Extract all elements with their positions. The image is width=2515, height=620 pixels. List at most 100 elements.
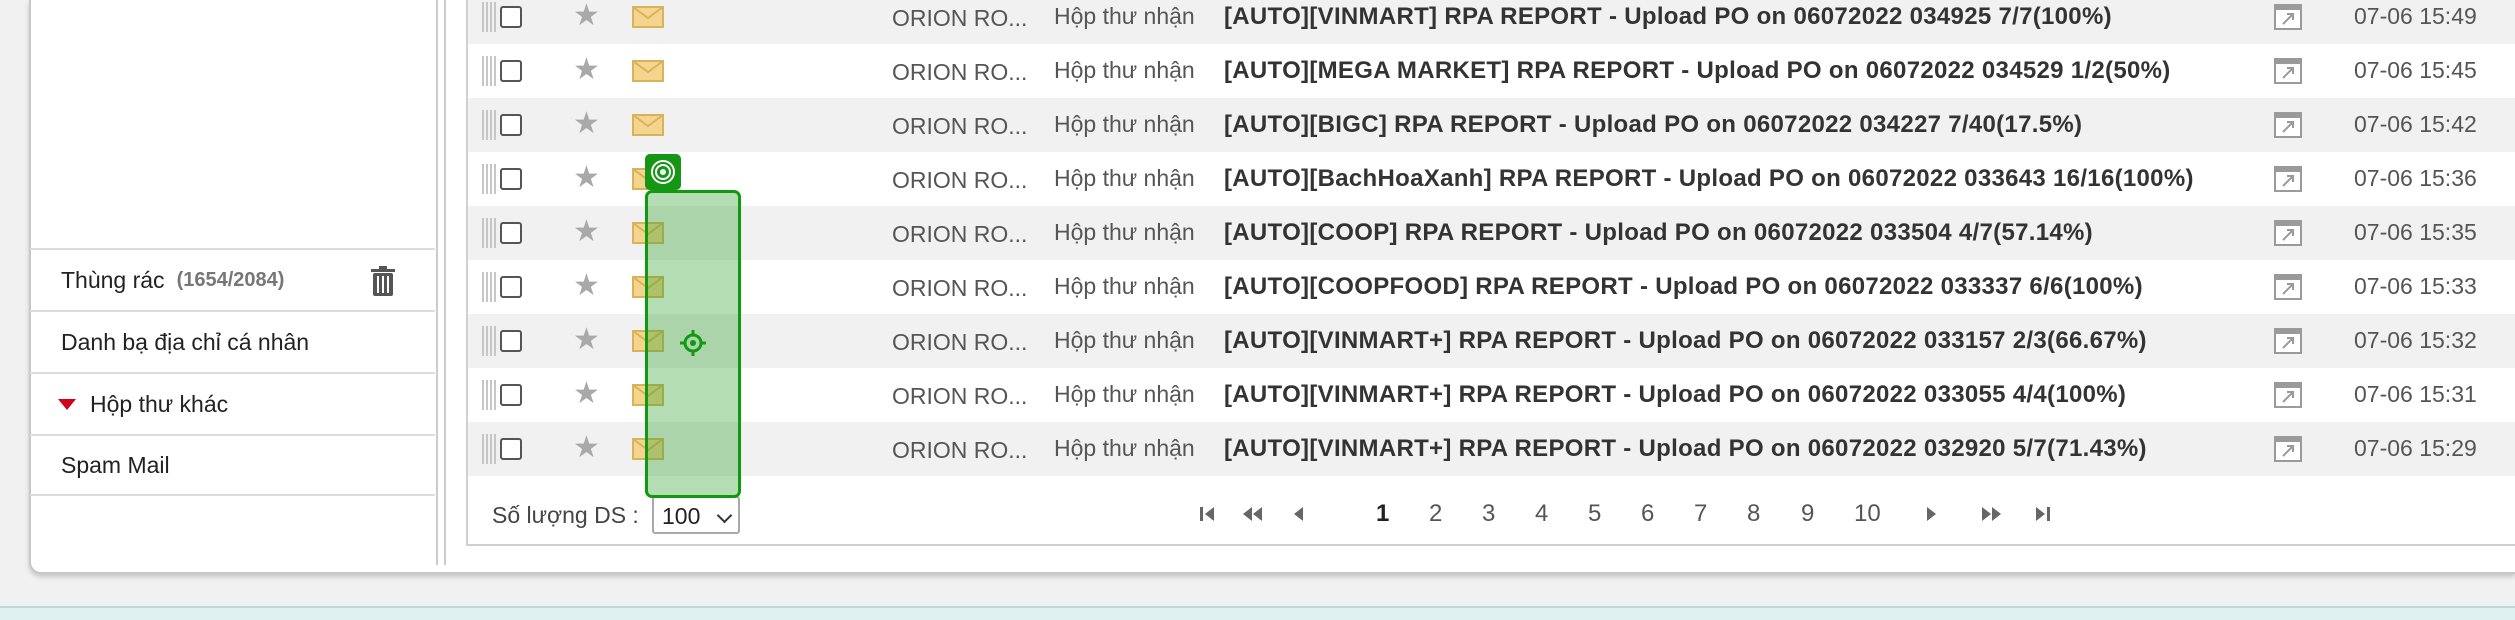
page-size-select[interactable]: 100: [652, 496, 740, 534]
drag-handle-icon[interactable]: [482, 434, 496, 464]
email-folder: Hộp thư nhận: [1054, 435, 1195, 461]
open-in-window-icon[interactable]: [2274, 4, 2302, 30]
email-sender[interactable]: ORION RO...: [892, 221, 1042, 248]
page-number[interactable]: 5: [1588, 494, 1601, 534]
open-in-window-icon[interactable]: [2274, 166, 2302, 192]
drag-handle-icon[interactable]: [482, 56, 496, 86]
open-in-window-icon[interactable]: [2274, 274, 2302, 300]
email-row[interactable]: ★ ORION RO... Hộp thư nhận [AUTO][COOP] RPA…: [468, 206, 2515, 260]
row-checkbox[interactable]: [500, 168, 522, 190]
next-page-icon[interactable]: [1924, 504, 1940, 524]
sidebar-item-trash[interactable]: Thùng rác (1654/2084): [30, 248, 435, 310]
star-icon[interactable]: ★: [573, 109, 600, 139]
email-folder: Hộp thư nhận: [1054, 327, 1195, 353]
drag-handle-icon[interactable]: [482, 2, 496, 32]
prev-page-icon[interactable]: [1290, 504, 1306, 524]
page-number[interactable]: 4: [1535, 494, 1548, 534]
star-icon[interactable]: ★: [573, 163, 600, 193]
email-row[interactable]: ★ ORION RO... Hộp thư nhận [AUTO][VINMART+]…: [468, 314, 2515, 368]
page-number[interactable]: 2: [1429, 494, 1442, 534]
envelope-icon: [632, 60, 664, 82]
star-icon[interactable]: ★: [573, 55, 600, 85]
star-icon[interactable]: ★: [573, 217, 600, 247]
page-number[interactable]: 3: [1482, 494, 1495, 534]
email-subject[interactable]: [AUTO][COOP] RPA REPORT - Upload PO on 0…: [1224, 219, 2093, 247]
email-folder: Hộp thư nhận: [1054, 165, 1195, 191]
last-page-icon[interactable]: [2032, 504, 2052, 524]
row-checkbox[interactable]: [500, 276, 522, 298]
sidebar-item-label: Spam Mail: [61, 451, 170, 478]
page-number[interactable]: 9: [1801, 494, 1814, 534]
drag-handle-icon[interactable]: [482, 380, 496, 410]
row-checkbox[interactable]: [500, 438, 522, 460]
sidebar-item-other-mailbox[interactable]: Hộp thư khác: [30, 372, 435, 434]
row-checkbox[interactable]: [500, 60, 522, 82]
email-sender[interactable]: ORION RO...: [892, 113, 1042, 140]
email-sender[interactable]: ORION RO...: [892, 59, 1042, 86]
email-sender[interactable]: ORION RO...: [892, 5, 1042, 32]
open-in-window-icon[interactable]: [2274, 382, 2302, 408]
row-checkbox[interactable]: [500, 114, 522, 136]
star-icon[interactable]: ★: [573, 1, 600, 31]
email-subject[interactable]: [AUTO][VINMART+] RPA REPORT - Upload PO …: [1224, 327, 2147, 355]
row-checkbox[interactable]: [500, 330, 522, 352]
row-checkbox[interactable]: [500, 6, 522, 28]
drag-handle-icon[interactable]: [482, 110, 496, 140]
sidebar-item-label: Danh bạ địa chỉ cá nhân: [61, 328, 310, 355]
page-number[interactable]: 8: [1747, 494, 1760, 534]
email-row[interactable]: ★ ORION RO... Hộp thư nhận [AUTO][BachHoaXa…: [468, 152, 2515, 206]
sidebar-item-spam[interactable]: Spam Mail: [30, 434, 435, 496]
drag-handle-icon[interactable]: [482, 326, 496, 356]
sidebar-menu: Thùng rác (1654/2084) Danh bạ địa chỉ cá…: [30, 248, 435, 496]
email-subject[interactable]: [AUTO][COOPFOOD] RPA REPORT - Upload PO …: [1224, 273, 2143, 301]
email-sender[interactable]: ORION RO...: [892, 329, 1042, 356]
email-row[interactable]: ★ ORION RO... Hộp thư nhận [AUTO][COOPFOOD]…: [468, 260, 2515, 314]
email-row[interactable]: ★ ORION RO... Hộp thư nhận [AUTO][VINMART+]…: [468, 422, 2515, 476]
open-in-window-icon[interactable]: [2274, 220, 2302, 246]
drag-handle-icon[interactable]: [482, 272, 496, 302]
email-subject[interactable]: [AUTO][BIGC] RPA REPORT - Upload PO on 0…: [1224, 111, 2082, 139]
page-number[interactable]: 7: [1694, 494, 1707, 534]
email-date: 07-06 15:36: [2354, 165, 2477, 191]
open-in-window-icon[interactable]: [2274, 328, 2302, 354]
star-icon[interactable]: ★: [573, 271, 600, 301]
open-in-window-icon[interactable]: [2274, 58, 2302, 84]
first-page-icon[interactable]: [1198, 504, 1218, 524]
email-folder: Hộp thư nhận: [1054, 219, 1195, 245]
email-row[interactable]: ★ ORION RO... Hộp thư nhận [AUTO][BIGC] RPA…: [468, 98, 2515, 152]
bottom-strip: [0, 606, 2515, 620]
trash-icon[interactable]: [368, 264, 398, 298]
open-in-window-icon[interactable]: [2274, 112, 2302, 138]
email-subject[interactable]: [AUTO][VINMART] RPA REPORT - Upload PO o…: [1224, 3, 2112, 31]
row-checkbox[interactable]: [500, 384, 522, 406]
email-subject[interactable]: [AUTO][VINMART+] RPA REPORT - Upload PO …: [1224, 435, 2147, 463]
email-row[interactable]: ★ ORION RO... Hộp thư nhận [AUTO][VINMART+]…: [468, 368, 2515, 422]
email-subject[interactable]: [AUTO][MEGA MARKET] RPA REPORT - Upload …: [1224, 57, 2171, 85]
email-sender[interactable]: ORION RO...: [892, 383, 1042, 410]
drag-handle-icon[interactable]: [482, 164, 496, 194]
email-sender[interactable]: ORION RO...: [892, 167, 1042, 194]
page-number[interactable]: 10: [1854, 494, 1881, 534]
page-number[interactable]: 6: [1641, 494, 1654, 534]
prev-block-icon[interactable]: [1240, 504, 1266, 524]
caret-down-icon[interactable]: [58, 398, 76, 410]
sidebar-item-contacts[interactable]: Danh bạ địa chỉ cá nhân: [30, 310, 435, 372]
star-icon[interactable]: ★: [573, 325, 600, 355]
page-number[interactable]: 1: [1376, 494, 1389, 534]
sidebar-divider: [436, 0, 438, 565]
email-folder: Hộp thư nhận: [1054, 3, 1195, 29]
email-subject[interactable]: [AUTO][BachHoaXanh] RPA REPORT - Upload …: [1224, 165, 2194, 193]
email-folder: Hộp thư nhận: [1054, 273, 1195, 299]
star-icon[interactable]: ★: [573, 379, 600, 409]
row-checkbox[interactable]: [500, 222, 522, 244]
email-sender[interactable]: ORION RO...: [892, 437, 1042, 464]
email-row[interactable]: ★ ORION RO... Hộp thư nhận [AUTO][VINMART] …: [468, 0, 2515, 44]
open-in-window-icon[interactable]: [2274, 436, 2302, 462]
next-block-icon[interactable]: [1978, 504, 2004, 524]
page-size-label: Số lượng DS :: [492, 502, 639, 528]
email-subject[interactable]: [AUTO][VINMART+] RPA REPORT - Upload PO …: [1224, 381, 2126, 409]
email-row[interactable]: ★ ORION RO... Hộp thư nhận [AUTO][MEGA MARK…: [468, 44, 2515, 98]
drag-handle-icon[interactable]: [482, 218, 496, 248]
email-sender[interactable]: ORION RO...: [892, 275, 1042, 302]
star-icon[interactable]: ★: [573, 433, 600, 463]
